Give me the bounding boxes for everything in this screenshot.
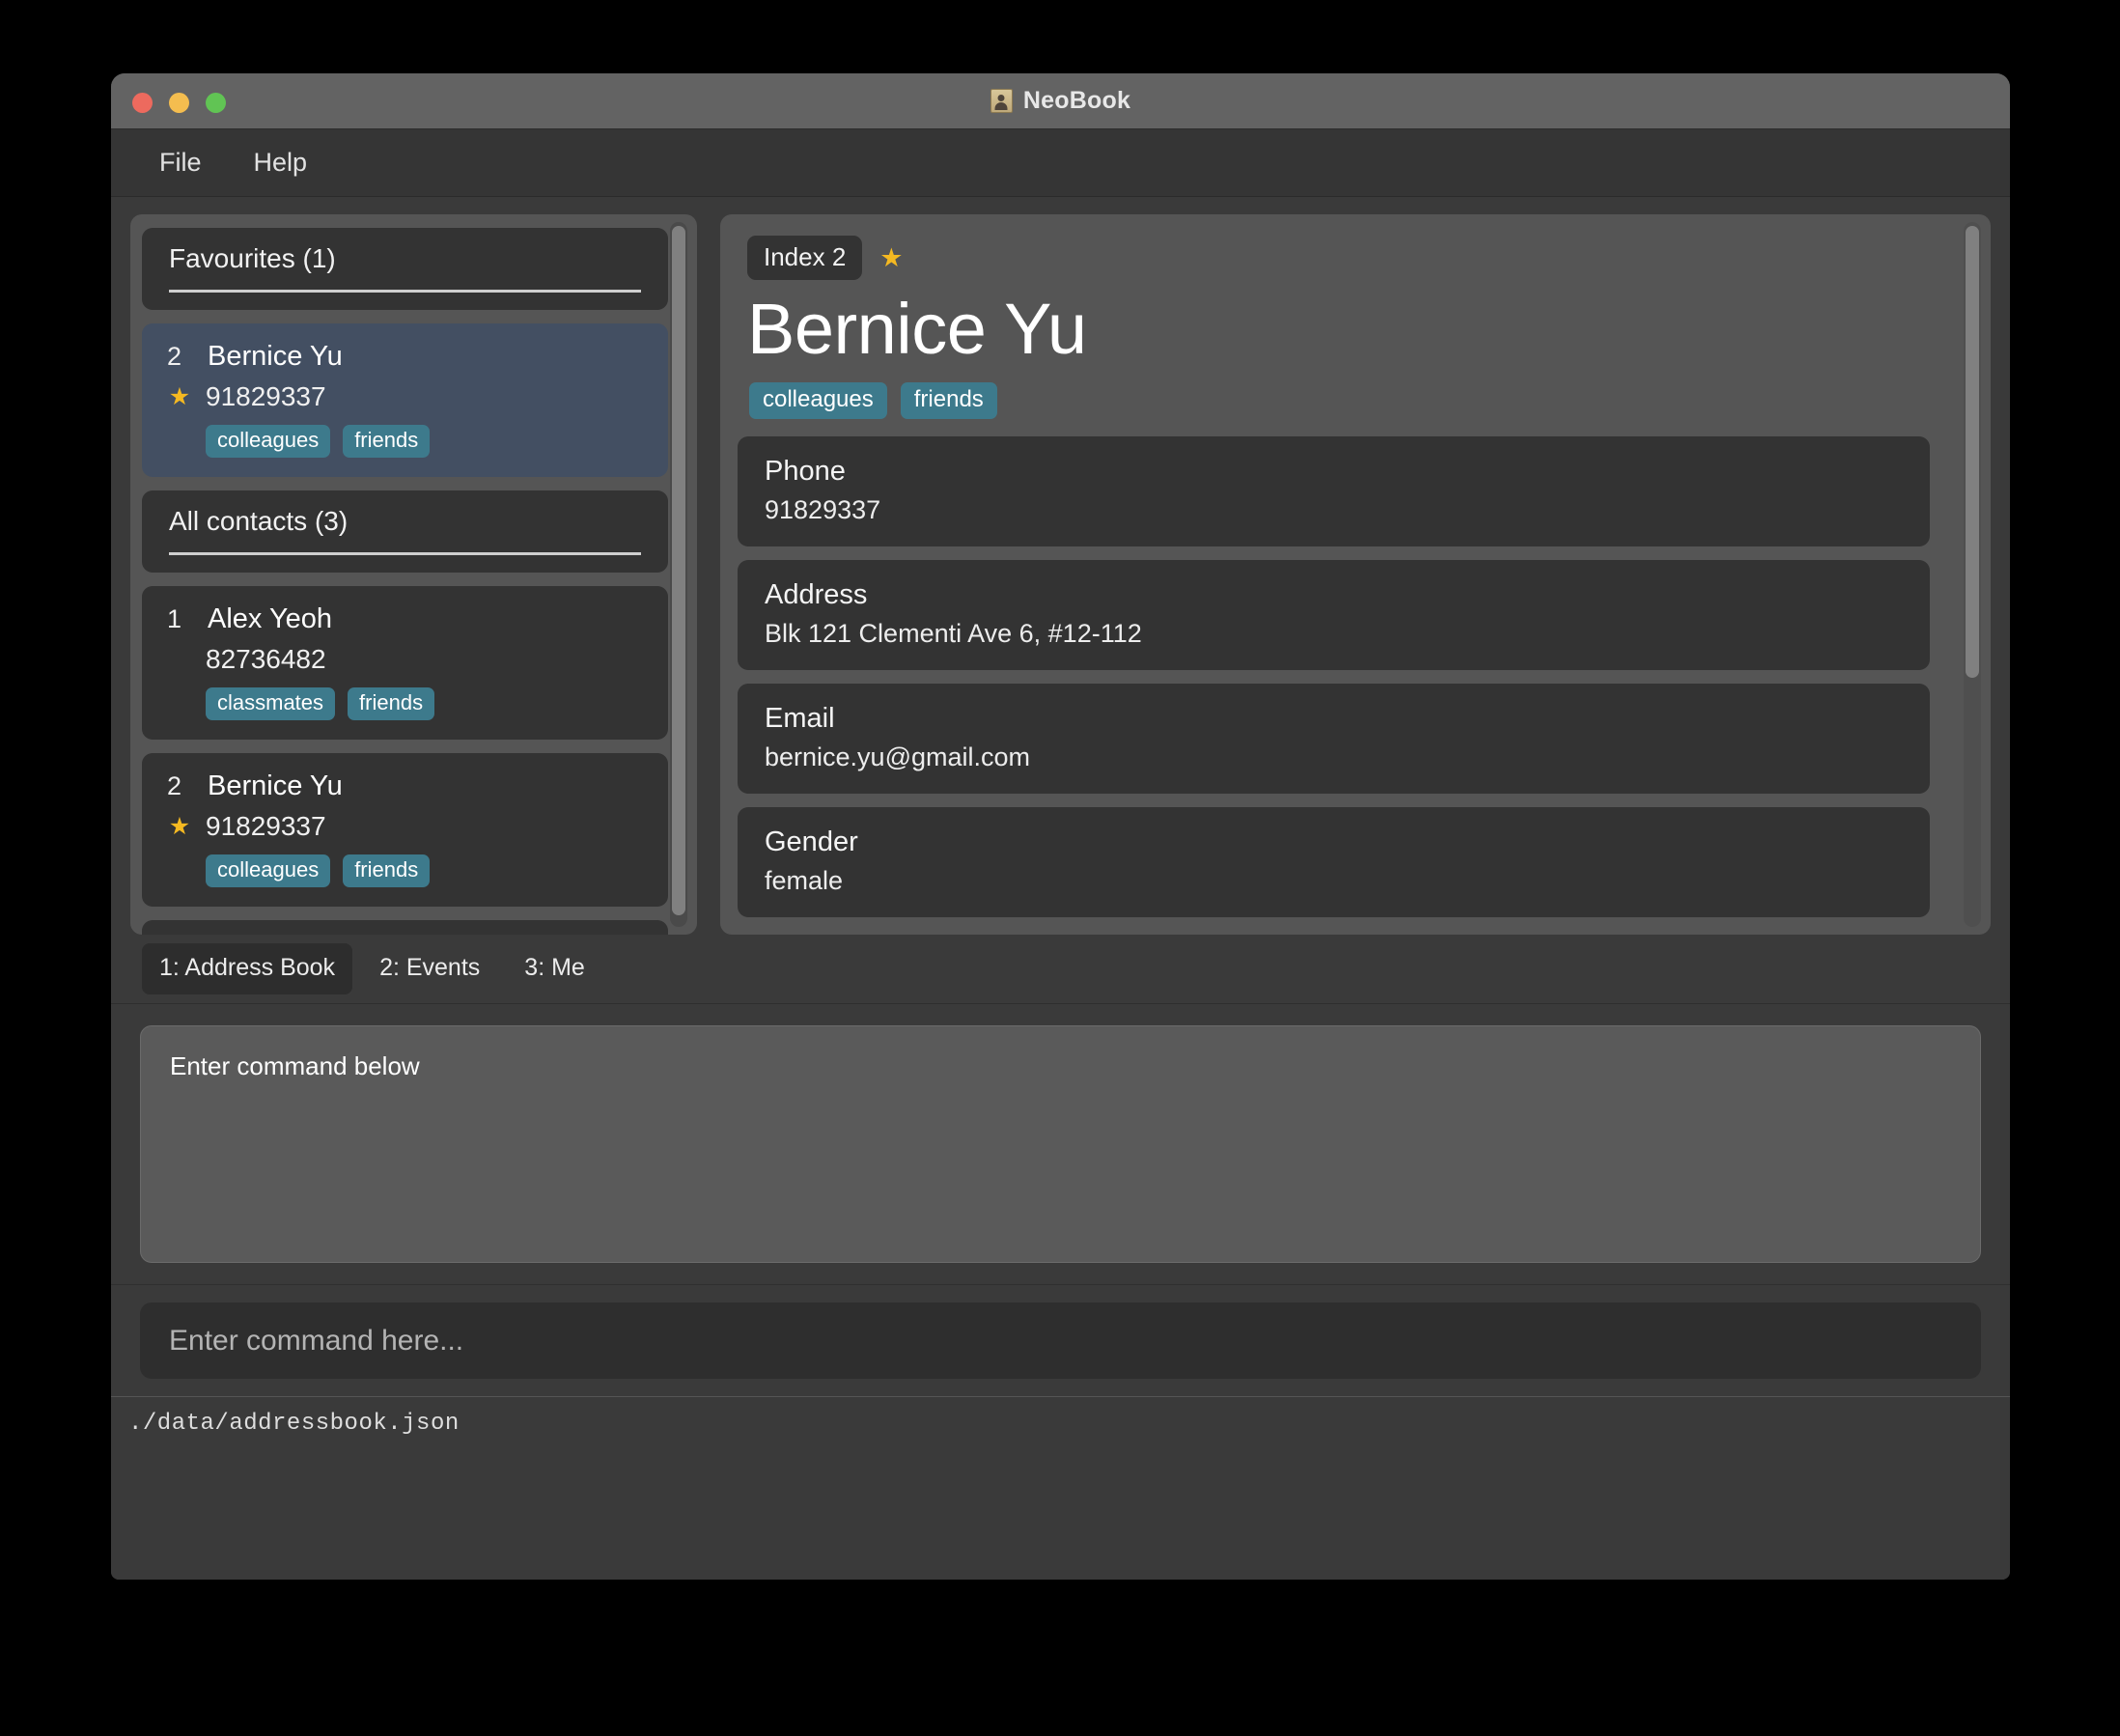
detail-topline: Index 2 ★ bbox=[738, 236, 1930, 280]
contact-detail-scrollbar[interactable] bbox=[1964, 222, 1981, 927]
list-item[interactable]: 3 Charlotte Olivia ★ bbox=[142, 920, 668, 935]
detail-field-address: Address Blk 121 Clementi Ave 6, #12-112 bbox=[738, 559, 1930, 670]
list-item[interactable]: 2 Bernice Yu ★ 91829337 colleagues frien… bbox=[142, 753, 668, 907]
list-item-name: Alex Yeoh bbox=[208, 603, 333, 634]
scrollbar-thumb[interactable] bbox=[672, 226, 685, 915]
field-label: Phone bbox=[765, 455, 846, 487]
list-item-tags: colleagues friends bbox=[167, 854, 643, 887]
command-input[interactable] bbox=[140, 1302, 1981, 1379]
tag-badge: friends bbox=[348, 687, 435, 720]
result-display: Enter command below bbox=[140, 1025, 1981, 1263]
detail-field-phone: Phone 91829337 bbox=[738, 435, 1930, 546]
list-item-phone-row: ★ 91829337 bbox=[167, 811, 643, 842]
list-item-index: 2 bbox=[167, 342, 182, 371]
list-item-phone-row: ★ 82736482 bbox=[167, 644, 643, 675]
result-zone: Enter command below bbox=[111, 1004, 2010, 1284]
field-value: female bbox=[765, 865, 844, 895]
detail-field-email: Email bernice.yu@gmail.com bbox=[738, 683, 1930, 794]
field-label: Address bbox=[765, 578, 868, 610]
list-item-header: 1 Alex Yeoh bbox=[167, 603, 643, 635]
tag-badge: friends bbox=[343, 425, 431, 458]
detail-field-gender: Gender female bbox=[738, 806, 1930, 917]
contact-detail-panel: Index 2 ★ Bernice Yu colleagues friends … bbox=[720, 214, 1991, 935]
work-area: Favourites (1) 2 Bernice Yu ★ 91829337 c… bbox=[111, 197, 2010, 935]
tab-bar: 1: Address Book 2: Events 3: Me bbox=[111, 935, 2010, 1004]
address-book-icon bbox=[990, 89, 1013, 113]
field-value: Blk 121 Clementi Ave 6, #12-112 bbox=[765, 618, 1142, 648]
window-controls bbox=[132, 93, 226, 113]
tag-badge: colleagues bbox=[206, 854, 331, 887]
result-text: Enter command below bbox=[170, 1051, 420, 1080]
save-location-path: ./data/addressbook.json bbox=[128, 1411, 460, 1437]
list-item[interactable]: 2 Bernice Yu ★ 91829337 colleagues frien… bbox=[142, 323, 668, 477]
tab-events[interactable]: 2: Events bbox=[362, 943, 497, 994]
list-item-header: 2 Bernice Yu bbox=[167, 770, 643, 802]
list-item-phone: 91829337 bbox=[206, 811, 326, 841]
list-item-name: Bernice Yu bbox=[208, 341, 343, 372]
tag-badge: classmates bbox=[206, 687, 336, 720]
list-item-phone: 91829337 bbox=[206, 381, 326, 411]
window-titlebar: NeoBook bbox=[111, 73, 2010, 129]
index-badge: Index 2 bbox=[747, 236, 863, 280]
contact-list-scrollbar[interactable] bbox=[670, 222, 687, 927]
menu-item-file[interactable]: File bbox=[140, 140, 221, 185]
list-item-phone-row: ★ 91829337 bbox=[167, 381, 643, 412]
contact-list-panel: Favourites (1) 2 Bernice Yu ★ 91829337 c… bbox=[130, 214, 697, 935]
star-icon: ★ bbox=[168, 812, 191, 840]
scrollbar-thumb[interactable] bbox=[1966, 226, 1979, 678]
tag-badge: friends bbox=[900, 381, 997, 419]
minimize-button[interactable] bbox=[169, 93, 189, 113]
list-item-name: Bernice Yu bbox=[208, 770, 343, 801]
menu-item-help[interactable]: Help bbox=[235, 140, 327, 185]
section-header-favourites: Favourites (1) bbox=[142, 228, 668, 310]
section-header-label: Favourites (1) bbox=[169, 243, 336, 273]
tab-me[interactable]: 3: Me bbox=[507, 943, 602, 994]
field-value: bernice.yu@gmail.com bbox=[765, 742, 1031, 771]
window-title: NeoBook bbox=[1022, 87, 1131, 114]
section-divider bbox=[169, 290, 641, 293]
list-item-index: 1 bbox=[167, 604, 182, 633]
contact-detail-content: Index 2 ★ Bernice Yu colleagues friends … bbox=[738, 236, 1930, 917]
star-icon: ★ bbox=[879, 242, 904, 272]
close-button[interactable] bbox=[132, 93, 153, 113]
section-header-all-contacts: All contacts (3) bbox=[142, 490, 668, 573]
field-label: Gender bbox=[765, 826, 858, 857]
application-window: NeoBook File Help Favourites (1) 2 Berni… bbox=[111, 73, 2010, 1580]
section-header-label: All contacts (3) bbox=[169, 506, 349, 536]
detail-tags: colleagues friends bbox=[738, 381, 1930, 419]
list-item-tags: classmates friends bbox=[167, 687, 643, 720]
list-item-header: 2 Bernice Yu bbox=[167, 341, 643, 373]
page-title: Bernice Yu bbox=[747, 289, 1087, 369]
tab-address-book[interactable]: 1: Address Book bbox=[142, 943, 353, 994]
tag-badge: friends bbox=[343, 854, 431, 887]
command-zone bbox=[111, 1284, 2010, 1396]
status-bar: ./data/addressbook.json bbox=[111, 1396, 2010, 1580]
list-item[interactable]: 1 Alex Yeoh ★ 82736482 classmates friend… bbox=[142, 586, 668, 740]
window-title-group: NeoBook bbox=[111, 73, 2010, 128]
field-value: 91829337 bbox=[765, 494, 881, 524]
field-label: Email bbox=[765, 702, 835, 734]
list-item-phone: 82736482 bbox=[206, 644, 326, 674]
menu-bar: File Help bbox=[111, 129, 2010, 197]
tag-badge: colleagues bbox=[749, 381, 887, 419]
section-divider bbox=[169, 552, 641, 555]
star-icon: ★ bbox=[168, 382, 191, 410]
tag-badge: colleagues bbox=[206, 425, 331, 458]
contact-list: Favourites (1) 2 Bernice Yu ★ 91829337 c… bbox=[142, 228, 668, 935]
list-item-tags: colleagues friends bbox=[167, 425, 643, 458]
maximize-button[interactable] bbox=[206, 93, 226, 113]
list-item-index: 2 bbox=[167, 771, 182, 800]
